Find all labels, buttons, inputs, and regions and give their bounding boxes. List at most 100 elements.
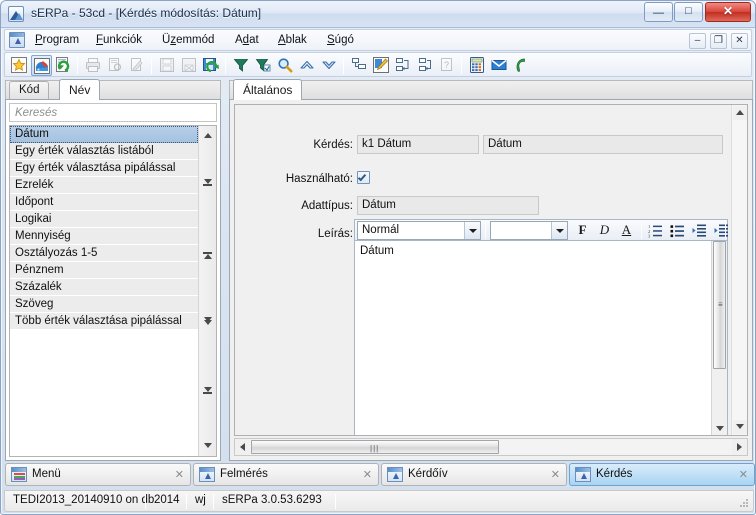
save-button[interactable]	[157, 55, 178, 76]
filter-button[interactable]	[231, 55, 252, 76]
print-setup-button[interactable]	[127, 55, 148, 76]
search-button[interactable]	[275, 55, 296, 76]
maximize-button[interactable]: □	[674, 2, 703, 22]
hscroll-thumb[interactable]: |||	[251, 440, 499, 454]
refresh-page-button[interactable]	[53, 55, 74, 76]
bottom-tab-felmeres[interactable]: Felmérés ✕	[193, 463, 379, 486]
indent-button[interactable]	[713, 222, 732, 240]
bottom-tab-felmeres-close-icon[interactable]: ✕	[363, 468, 372, 481]
menu-item-adat[interactable]: Adat	[230, 33, 264, 50]
bulleted-list-button[interactable]	[669, 222, 688, 240]
menu-item-program[interactable]: Program	[30, 33, 84, 50]
menu-item-ablak[interactable]: Ablak	[273, 33, 312, 50]
tab-nev[interactable]: Név	[59, 79, 101, 100]
mdi-close-button[interactable]: ✕	[731, 33, 748, 49]
print-preview-button[interactable]	[105, 55, 126, 76]
list-item[interactable]: Egy érték választása pipálással	[10, 160, 198, 177]
form-vertical-scrollbar[interactable]	[731, 105, 747, 435]
form-horizontal-scrollbar[interactable]: |||	[234, 438, 748, 456]
search-input[interactable]: Keresés	[9, 103, 217, 122]
scroll-down-icon[interactable]	[199, 438, 216, 454]
page-down-icon[interactable]	[199, 384, 216, 400]
expand-down-button[interactable]	[319, 55, 340, 76]
font-combo[interactable]	[490, 221, 568, 240]
paragraph-style-combo[interactable]: Normál	[357, 221, 481, 240]
list-item[interactable]: Osztályozás 1-5	[10, 245, 198, 262]
bottom-tab-menu[interactable]: Menü ✕	[5, 463, 191, 486]
underline-button[interactable]: A	[617, 222, 636, 240]
phone-button[interactable]	[511, 55, 532, 76]
question-type-list[interactable]: Dátum Egy érték választás listából Egy é…	[9, 125, 217, 457]
indent-list-button[interactable]	[349, 55, 370, 76]
list-item[interactable]: Időpont	[10, 194, 198, 211]
menu-item-funkciok[interactable]: Funkciók	[91, 33, 147, 50]
menu-item-uzemmod[interactable]: Üzemmód	[157, 33, 219, 50]
outdent-button[interactable]	[691, 222, 710, 240]
list-item[interactable]: Mennyiség	[10, 228, 198, 245]
mdi-minimize-button[interactable]: –	[689, 33, 706, 49]
bottom-tab-kerdoiv-close-icon[interactable]: ✕	[551, 468, 560, 481]
panel-splitter[interactable]	[222, 79, 228, 461]
editor-scroll-thumb[interactable]: ≡	[713, 241, 726, 369]
list-vertical-scrollbar[interactable]	[198, 126, 216, 456]
menu-bar: Program Funkciók Üzemmód Adat Ablak Súgó…	[4, 29, 752, 51]
list-item[interactable]: Egy érték választás listából	[10, 143, 198, 160]
filter-edit-button[interactable]	[253, 55, 274, 76]
paste-record-button[interactable]	[415, 55, 436, 76]
hasznalhato-checkbox[interactable]	[357, 171, 370, 184]
page-up-icon[interactable]	[199, 176, 216, 192]
status-divider	[213, 494, 214, 509]
mail-button[interactable]	[489, 55, 510, 76]
hscroll-left-button[interactable]	[235, 439, 250, 455]
editor-scroll-down-button[interactable]	[713, 422, 726, 435]
export-excel-button[interactable]	[179, 55, 200, 76]
bottom-tab-menu-close-icon[interactable]: ✕	[175, 468, 184, 481]
tab-kod[interactable]: Kód	[9, 81, 50, 100]
list-item[interactable]: Több érték választása pipálással	[10, 313, 198, 330]
list-item[interactable]: Ezrelék	[10, 177, 198, 194]
scroll-up-icon[interactable]	[199, 128, 216, 144]
last-record-icon[interactable]	[199, 314, 216, 330]
tab-altalanos[interactable]: Általános	[233, 79, 303, 100]
list-item[interactable]: Dátum	[10, 126, 198, 143]
menu-item-sugo[interactable]: Súgó	[322, 33, 359, 50]
bottom-tab-kerdes-close-icon[interactable]: ✕	[739, 468, 748, 481]
kerdes-code-field[interactable]: k1 Dátum	[357, 135, 479, 154]
first-record-icon[interactable]	[199, 248, 216, 264]
italic-button[interactable]: D	[595, 222, 614, 240]
list-item[interactable]: Pénznem	[10, 262, 198, 279]
print-button[interactable]	[83, 55, 104, 76]
editor-vertical-scrollbar[interactable]: ≡	[711, 241, 727, 435]
palette-paint-button[interactable]	[31, 55, 52, 76]
close-icon: ✕	[722, 4, 734, 18]
adattipus-field[interactable]: Dátum	[357, 196, 539, 215]
copy-record-button[interactable]	[393, 55, 414, 76]
resize-grip-icon[interactable]	[737, 496, 749, 508]
calculator-button[interactable]	[467, 55, 488, 76]
collapse-up-button[interactable]	[297, 55, 318, 76]
favorite-star-button[interactable]	[9, 55, 30, 76]
bottom-tab-kerdes[interactable]: Kérdés ✕	[569, 463, 755, 486]
bold-button[interactable]: F	[573, 222, 592, 240]
numbered-list-button[interactable]: 1 2 3	[647, 222, 666, 240]
save-as-button[interactable]	[201, 55, 222, 76]
chevron-down-icon[interactable]	[551, 222, 567, 239]
minimize-button[interactable]: —	[644, 2, 673, 22]
mdi-minimize-icon: –	[694, 35, 701, 46]
close-button[interactable]: ✕	[705, 2, 751, 22]
edit-pencil-button[interactable]	[371, 55, 392, 76]
kerdes-name-field[interactable]: Dátum	[483, 135, 723, 154]
list-item[interactable]: Százalék	[10, 279, 198, 296]
list-item[interactable]: Szöveg	[10, 296, 198, 313]
list-item-label: Ezrelék	[15, 179, 54, 191]
mdi-restore-button[interactable]: ❐	[710, 33, 727, 49]
chevron-down-icon[interactable]	[464, 222, 480, 239]
form-scroll-down-button[interactable]	[733, 420, 747, 434]
form-scroll-up-button[interactable]	[733, 106, 747, 120]
bottom-tab-kerdoiv[interactable]: Kérdőív ✕	[381, 463, 567, 486]
description-editor[interactable]: Dátum ≡	[354, 241, 728, 435]
hscroll-right-button[interactable]	[732, 439, 747, 455]
list-item-label: Százalék	[15, 281, 62, 293]
list-item[interactable]: Logikai	[10, 211, 198, 228]
help-page-button[interactable]: ?	[437, 55, 458, 76]
